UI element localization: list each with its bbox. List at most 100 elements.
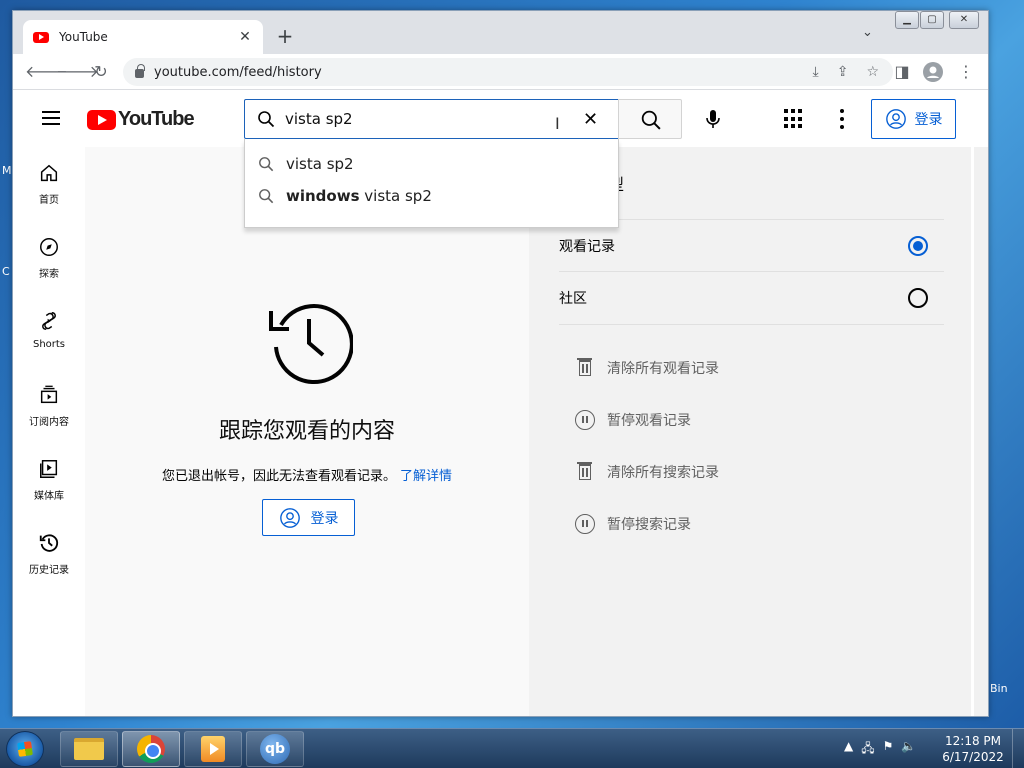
youtube-page: YouTube ✕ 登录 I xyxy=(13,91,988,716)
suggestion-bold: windows xyxy=(286,187,360,205)
option-community[interactable]: 社区 xyxy=(559,272,944,325)
volume-icon[interactable]: 🔈 xyxy=(901,739,916,760)
omnibox-actions: ⤓ ⇪ ☆ xyxy=(813,64,880,80)
suggestion-text: vista sp2 xyxy=(286,155,354,173)
guide-item-home[interactable]: 首页 xyxy=(13,147,85,221)
recycle-bin-label[interactable]: Bin xyxy=(990,682,1008,695)
suggestion-item[interactable]: windows vista sp2 xyxy=(245,180,618,212)
settings-more-icon[interactable] xyxy=(840,109,844,129)
clock[interactable]: 12:18 PM 6/17/2022 xyxy=(940,733,1006,765)
trash-icon xyxy=(575,462,595,482)
profile-avatar-icon[interactable] xyxy=(921,60,945,84)
chrome-window: YouTube ✕ + ⌄ ▁ ▢ ✕ 🡐 🡒 ↻ youtube.com/fe… xyxy=(12,10,989,717)
sign-in-button[interactable]: 登录 xyxy=(871,99,956,139)
apps-grid-icon[interactable] xyxy=(784,109,804,129)
taskbar: qb ▲ 🖧 ⚑ 🔈 12:18 PM 6/17/2022 xyxy=(0,728,1024,768)
subscriptions-icon xyxy=(37,383,61,407)
tab-search-chevron-icon[interactable]: ⌄ xyxy=(862,25,873,40)
history-description-text: 您已退出帐号，因此无法查看观看记录。 xyxy=(161,469,396,484)
guide-item-history[interactable]: 历史记录 xyxy=(13,517,85,591)
folder-icon xyxy=(74,738,104,760)
tab-close-icon[interactable]: ✕ xyxy=(237,29,253,45)
guide-item-shorts[interactable]: Shorts xyxy=(13,295,85,369)
pause-search-history-button[interactable]: 暂停搜索记录 xyxy=(575,514,691,534)
reload-button[interactable]: ↻ xyxy=(89,60,113,84)
search-suggestions: vista sp2 windows vista sp2 xyxy=(244,139,619,228)
guide-label: Shorts xyxy=(32,339,66,350)
address-bar[interactable]: youtube.com/feed/history ⤓ ⇪ ☆ xyxy=(123,58,893,86)
suggestion-search-icon xyxy=(259,157,274,172)
forward-button[interactable]: 🡒 xyxy=(56,60,99,84)
youtube-logo[interactable]: YouTube xyxy=(87,108,195,131)
start-button[interactable] xyxy=(6,731,44,767)
clock-date: 6/17/2022 xyxy=(942,750,1004,764)
action-center-icon[interactable]: ⚑ xyxy=(883,739,894,760)
search-input[interactable] xyxy=(285,110,575,128)
share-icon[interactable]: ⇪ xyxy=(837,64,849,80)
radio-unselected-icon[interactable] xyxy=(908,288,928,308)
history-title: 跟踪您观看的内容 xyxy=(218,419,395,444)
guide-label: 探索 xyxy=(39,269,59,280)
youtube-play-icon xyxy=(87,109,116,130)
taskbar-explorer[interactable] xyxy=(60,731,118,767)
install-icon[interactable]: ⤓ xyxy=(813,64,819,80)
minimize-button[interactable]: ▁ xyxy=(895,11,919,29)
action-label: 暂停搜索记录 xyxy=(607,517,691,533)
qbittorrent-icon: qb xyxy=(260,734,290,764)
suggestion-item[interactable]: vista sp2 xyxy=(245,148,618,180)
history-sign-in-button[interactable]: 登录 xyxy=(262,499,355,536)
address-url[interactable]: youtube.com/feed/history xyxy=(154,65,322,80)
maximize-button[interactable]: ▢ xyxy=(920,11,944,29)
suggestion-text: vista sp2 xyxy=(359,187,432,205)
browser-toolbar: 🡐 🡒 ↻ youtube.com/feed/history ⤓ ⇪ ☆ ◨ ⋮ xyxy=(13,54,988,90)
mini-guide: 首页 探索 Shorts 订阅内容 媒体库 历史记录 xyxy=(13,147,85,716)
pause-watch-history-button[interactable]: 暂停观看记录 xyxy=(575,410,691,430)
microphone-icon[interactable] xyxy=(697,103,729,135)
search-button[interactable] xyxy=(618,99,682,139)
history-empty-state: 跟踪您观看的内容 您已退出帐号，因此无法查看观看记录。 了解详情 登录 xyxy=(85,147,529,716)
menu-icon[interactable] xyxy=(42,111,60,125)
pause-icon xyxy=(575,410,595,430)
guide-label: 订阅内容 xyxy=(29,417,69,428)
youtube-logo-text: YouTube xyxy=(118,108,195,130)
close-window-button[interactable]: ✕ xyxy=(949,11,979,29)
taskbar-chrome[interactable] xyxy=(122,731,180,767)
history-description: 您已退出帐号，因此无法查看观看记录。 了解详情 xyxy=(85,465,529,484)
text-cursor-icon: I xyxy=(555,114,560,133)
search-box[interactable]: ✕ xyxy=(244,99,619,139)
tab-title: YouTube xyxy=(59,30,108,44)
history-icon xyxy=(37,531,61,555)
back-button[interactable]: 🡐 xyxy=(25,60,68,84)
tray-expand-icon[interactable]: ▲ xyxy=(844,739,853,760)
library-icon xyxy=(37,457,61,481)
desktop-icon-fragment: C xyxy=(2,265,10,278)
learn-more-link[interactable]: 了解详情 xyxy=(400,469,452,484)
sign-in-label: 登录 xyxy=(310,510,339,527)
account-icon xyxy=(279,507,300,528)
clear-watch-history-button[interactable]: 清除所有观看记录 xyxy=(575,358,719,378)
tab-youtube[interactable]: YouTube ✕ xyxy=(23,20,263,54)
youtube-favicon-icon xyxy=(33,31,49,43)
side-panel-icon[interactable]: ◨ xyxy=(890,60,914,84)
sign-in-label: 登录 xyxy=(914,112,943,128)
chrome-menu-icon[interactable]: ⋮ xyxy=(954,60,978,84)
clear-search-icon[interactable]: ✕ xyxy=(583,109,598,130)
taskbar-media-player[interactable] xyxy=(184,731,242,767)
network-icon[interactable]: 🖧 xyxy=(861,739,874,760)
history-type-panel: 类型 观看记录 社区 清除所有观看记录 暂停观看记录 清除所有搜索记录 xyxy=(529,147,971,716)
guide-item-subscriptions[interactable]: 订阅内容 xyxy=(13,369,85,443)
system-tray: ▲ 🖧 ⚑ 🔈 xyxy=(844,739,916,760)
guide-item-explore[interactable]: 探索 xyxy=(13,221,85,295)
taskbar-qbittorrent[interactable]: qb xyxy=(246,731,304,767)
action-label: 清除所有搜索记录 xyxy=(607,465,719,481)
new-tab-button[interactable]: + xyxy=(273,25,297,49)
radio-selected-icon[interactable] xyxy=(908,236,928,256)
page-scrollbar[interactable] xyxy=(974,147,988,716)
show-desktop-button[interactable] xyxy=(1012,729,1024,768)
explore-icon xyxy=(37,235,61,259)
home-icon xyxy=(37,161,61,185)
clear-search-history-button[interactable]: 清除所有搜索记录 xyxy=(575,462,719,482)
desktop-icon-fragment: M xyxy=(2,164,12,177)
guide-item-library[interactable]: 媒体库 xyxy=(13,443,85,517)
bookmark-star-icon[interactable]: ☆ xyxy=(866,64,879,80)
